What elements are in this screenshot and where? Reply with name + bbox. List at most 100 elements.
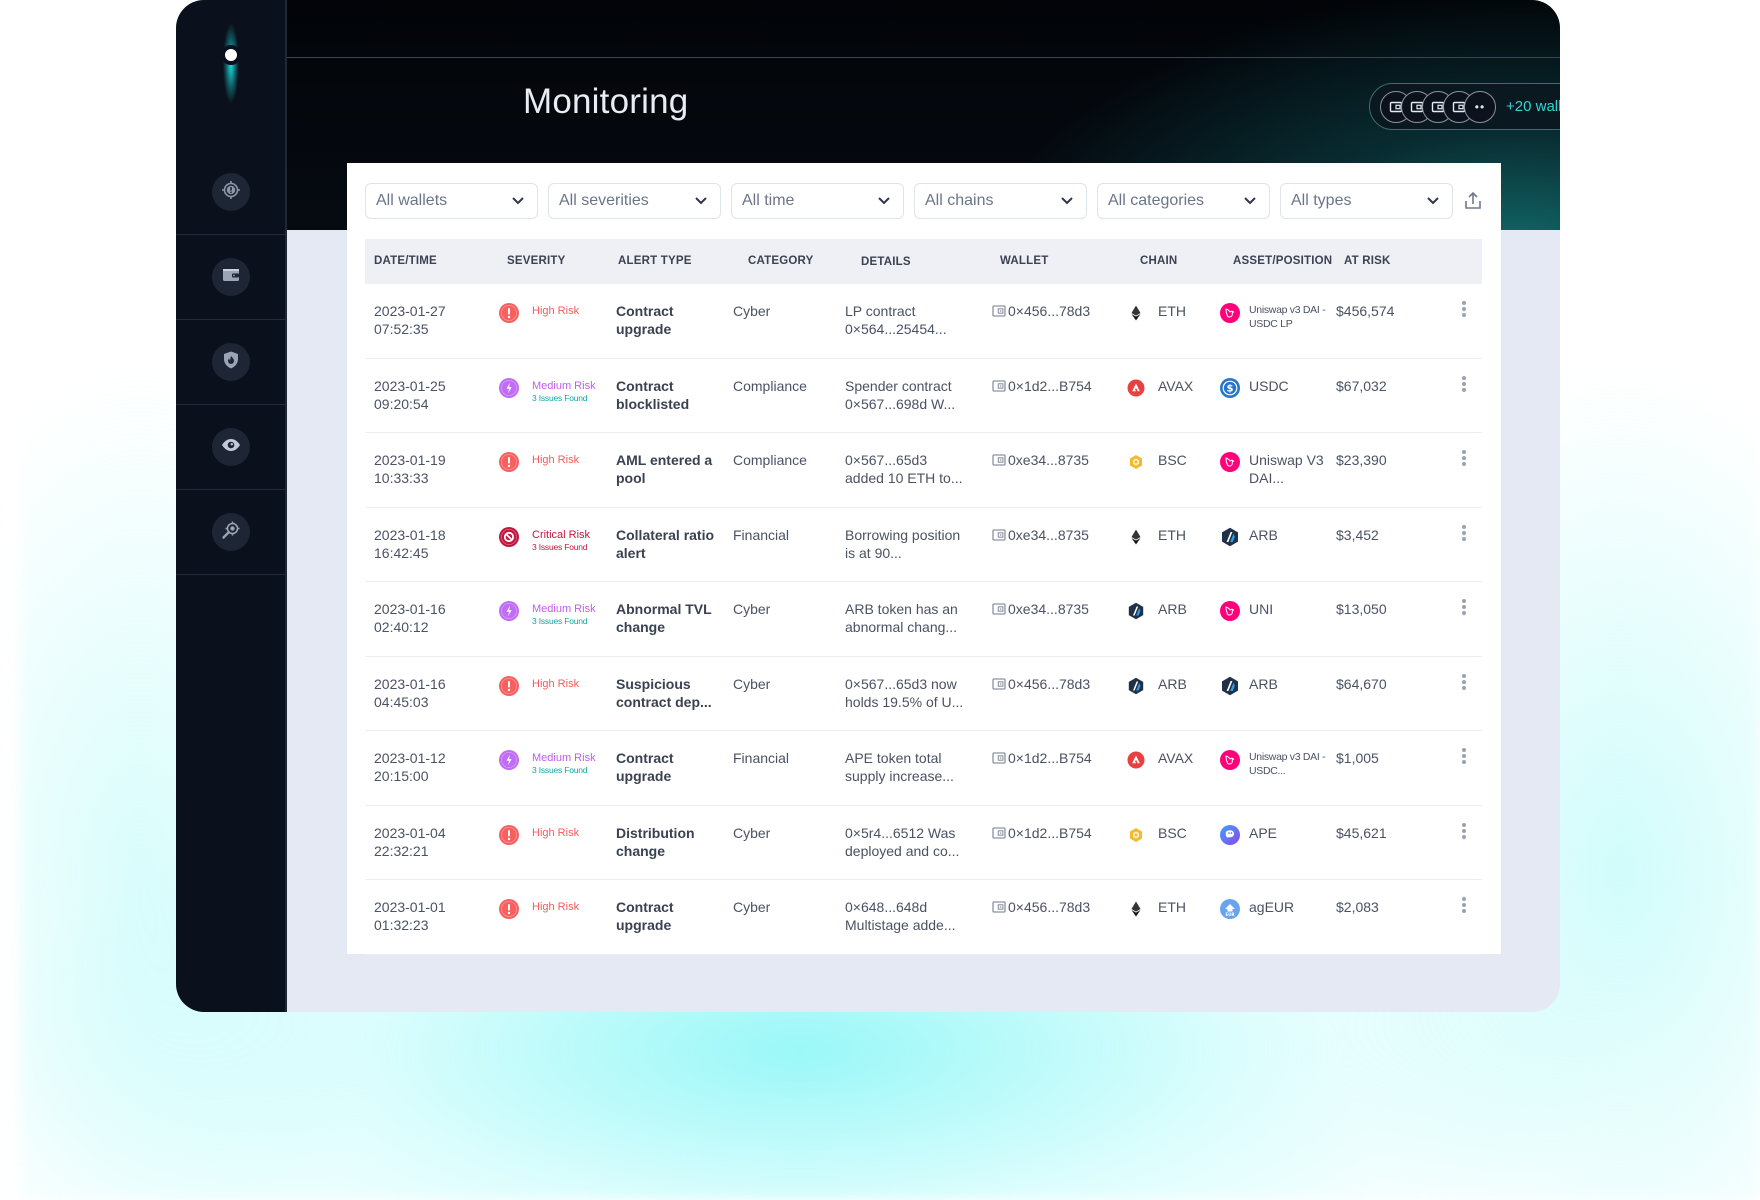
chevron-down-icon	[1427, 197, 1439, 205]
column-header-datetime[interactable]: DATE/TIME	[374, 255, 437, 267]
wallet-address[interactable]: 0×456...78d3	[1008, 302, 1090, 320]
wallet-selector[interactable]: •• +20 wallets	[1369, 83, 1560, 130]
table-row[interactable]: 2023-01-04 22:32:21 High Risk Distribution …	[365, 806, 1482, 880]
table-row[interactable]: 2023-01-16 04:45:03 High Risk Suspicious co…	[365, 657, 1482, 731]
table-row[interactable]: 2023-01-19 10:33:33 High Risk AML entered a…	[365, 433, 1482, 508]
row-menu-kebab-icon[interactable]	[1457, 745, 1471, 767]
wallet-address[interactable]: 0xe34...8735	[1008, 526, 1089, 544]
arb-icon	[1127, 602, 1145, 620]
row-menu-kebab-icon[interactable]	[1457, 894, 1471, 916]
avax-icon	[1127, 379, 1145, 397]
logo-icon[interactable]	[221, 45, 241, 65]
at-risk-amount: $23,390	[1336, 452, 1387, 468]
chain-name: ARB	[1158, 675, 1187, 692]
row-menu-kebab-icon[interactable]	[1457, 447, 1471, 469]
alert-details: LP contract 0×564...25454...	[845, 303, 947, 337]
alerts-card: All wallets All severities All time All …	[347, 163, 1501, 955]
alert-datetime: 2023-01-19 10:33:33	[374, 452, 446, 486]
alert-datetime: 2023-01-18 16:42:45	[374, 526, 446, 561]
alert-details: 0×567...65d3 added 10 ETH to...	[845, 452, 963, 486]
filter-time[interactable]: All time	[731, 183, 904, 219]
avax-icon	[1127, 751, 1145, 769]
column-header-details[interactable]: DETAILS	[861, 256, 911, 268]
column-header-severity[interactable]: SEVERITY	[507, 255, 565, 267]
alert-category: Compliance	[733, 377, 807, 394]
alert-datetime: 2023-01-25 09:20:54	[374, 377, 446, 412]
column-header-asset-position[interactable]: ASSET/POSITION	[1233, 255, 1332, 267]
alert-datetime: 2023-01-12 20:15:00	[374, 750, 446, 784]
wallet-address[interactable]: 0xe34...8735	[1008, 451, 1089, 469]
at-risk-amount: $1,005	[1336, 750, 1379, 766]
svg-text:EUR: EUR	[1225, 912, 1234, 917]
column-header-at-risk[interactable]: AT RISK	[1344, 255, 1391, 267]
alert-category: Cyber	[733, 899, 771, 915]
row-menu-kebab-icon[interactable]	[1457, 596, 1471, 618]
at-risk-amount: $13,050	[1336, 601, 1387, 617]
ageur-icon: EUR	[1220, 899, 1240, 919]
table-row[interactable]: 2023-01-18 16:42:45 Critical Risk 3 Issues …	[365, 508, 1482, 582]
table-row[interactable]: 2023-01-25 09:20:54 Medium Risk 3 Issues Fo…	[365, 359, 1482, 433]
share-export-icon	[1465, 191, 1481, 209]
alert-category: Cyber	[733, 675, 771, 692]
severity-badge: High Risk	[532, 305, 580, 317]
wallet-address[interactable]: 0×456...78d3	[1008, 898, 1090, 916]
filter-categories[interactable]: All categories	[1097, 183, 1270, 219]
usdc-icon: $	[1220, 377, 1240, 398]
wallet-address[interactable]: 0×1d2...B754	[1008, 749, 1092, 767]
table-row[interactable]: 2023-01-01 01:32:23 High Risk Contract upgr…	[365, 880, 1482, 955]
wallet-address[interactable]: 0xe34...8735	[1008, 600, 1089, 618]
alert-category: Financial	[733, 526, 790, 543]
alert-type: Contract upgrade	[616, 303, 674, 337]
wallet-icon	[221, 265, 241, 290]
asset-position: Uniswap v3 DAI - USDC...	[1249, 751, 1326, 777]
chain-name: BSC	[1158, 452, 1187, 468]
wallet-address[interactable]: 0×1d2...B754	[1008, 824, 1092, 842]
wallet-address[interactable]: 0×1d2...B754	[1008, 377, 1092, 395]
wallet-icon	[992, 677, 1006, 691]
export-button[interactable]	[1463, 191, 1483, 211]
sidebar-item-monitoring[interactable]	[176, 405, 285, 490]
table-row[interactable]: 2023-01-12 20:15:00 Medium Risk 3 Issues Fo…	[365, 731, 1482, 806]
table-row[interactable]: 2023-01-27 07:52:35 High Risk Contract upgr…	[365, 284, 1482, 359]
chain-name: ETH	[1158, 526, 1186, 543]
row-menu-kebab-icon[interactable]	[1457, 671, 1471, 693]
at-risk-amount: $456,574	[1336, 303, 1395, 319]
severity-badge: Critical Risk 3 Issues Found	[532, 528, 591, 552]
wallet-icon	[992, 826, 1006, 840]
row-menu-kebab-icon[interactable]	[1457, 522, 1471, 544]
alert-details: ARB token has an abnormal chang...	[845, 601, 958, 635]
filter-chains[interactable]: All chains	[914, 183, 1087, 219]
alert-details: 0×567...65d3 now holds 19.5% of U...	[845, 675, 964, 710]
asset-position: agEUR	[1249, 899, 1295, 915]
alert-datetime: 2023-01-01 01:32:23	[374, 899, 446, 933]
alert-details: APE token total supply increase...	[845, 750, 954, 784]
sidebar-item-investigate[interactable]	[176, 490, 285, 575]
filter-wallets[interactable]: All wallets	[365, 183, 538, 219]
sidebar-item-wallets[interactable]	[176, 235, 285, 320]
shield-fire-icon	[221, 350, 241, 375]
page-title: Monitoring	[523, 82, 689, 121]
alert-type: Collateral ratio alert	[616, 526, 715, 561]
sidebar-item-protection[interactable]	[176, 320, 285, 405]
column-header-alert-type[interactable]: ALERT TYPE	[618, 255, 692, 267]
filter-severities[interactable]: All severities	[548, 183, 721, 219]
wallet-icon	[992, 528, 1006, 542]
wallet-address[interactable]: 0×456...78d3	[1008, 675, 1090, 693]
sidebar-item-alerts[interactable]	[176, 150, 285, 235]
row-menu-kebab-icon[interactable]	[1457, 298, 1471, 320]
column-header-chain[interactable]: CHAIN	[1140, 255, 1177, 267]
svg-text:$: $	[1227, 383, 1234, 394]
chevron-down-icon	[695, 197, 707, 205]
severity-badge: High Risk	[532, 454, 580, 466]
more-wallets-icon: ••	[1464, 90, 1496, 123]
table-row[interactable]: 2023-01-16 02:40:12 Medium Risk 3 Issues Fo…	[365, 582, 1482, 657]
row-menu-kebab-icon[interactable]	[1457, 820, 1471, 842]
filter-types[interactable]: All types	[1280, 183, 1453, 219]
row-menu-kebab-icon[interactable]	[1457, 373, 1471, 395]
table-header: DATE/TIME SEVERITY ALERT TYPE CATEGORY D…	[365, 239, 1482, 284]
alert-datetime: 2023-01-16 04:45:03	[374, 675, 446, 710]
column-header-category[interactable]: CATEGORY	[748, 255, 814, 267]
column-header-wallet[interactable]: WALLET	[1000, 255, 1048, 267]
chevron-down-icon	[512, 197, 524, 205]
at-risk-amount: $67,032	[1336, 377, 1387, 394]
